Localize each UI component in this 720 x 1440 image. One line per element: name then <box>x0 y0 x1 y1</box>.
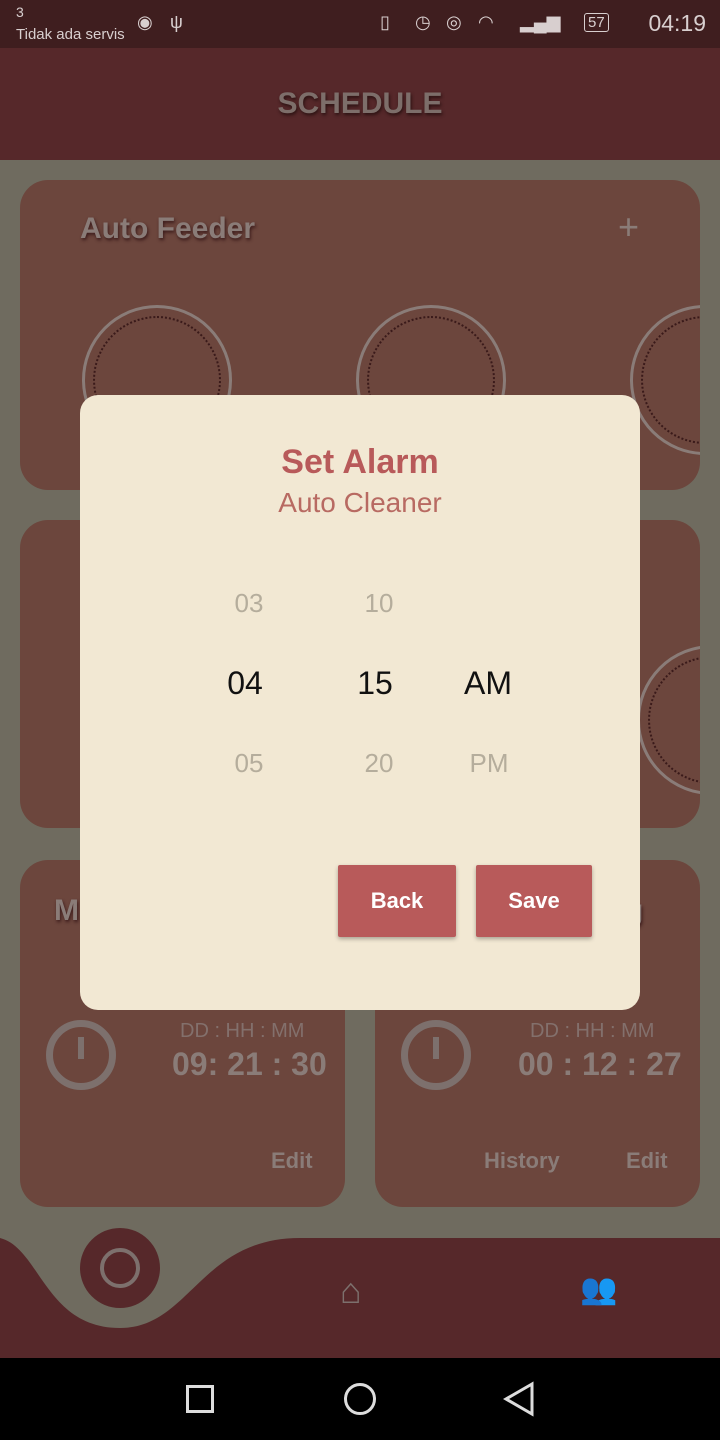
dialog-title: Set Alarm <box>281 443 439 481</box>
page-title: SCHEDULE <box>277 87 443 120</box>
eye-icon: ◎ <box>446 12 462 32</box>
timer-label: DD : HH : MM <box>180 1020 305 1042</box>
period-selected[interactable]: AM <box>448 665 528 702</box>
edit-button[interactable]: Edit <box>626 1148 668 1174</box>
alarm-icon <box>401 1020 471 1090</box>
dialog-subtitle: Auto Cleaner <box>278 487 442 518</box>
hour-next[interactable]: 05 <box>209 748 289 779</box>
usb-icon: ψ <box>170 12 183 32</box>
set-alarm-dialog: Set Alarm Auto Cleaner 03 04 05 10 15 20… <box>80 395 640 1010</box>
clock-time: 04:19 <box>648 10 706 36</box>
nav-users-icon[interactable]: 👥 <box>580 1272 617 1307</box>
add-icon[interactable]: + <box>618 206 639 248</box>
back-dialog-button[interactable]: Back <box>338 865 456 937</box>
card-title: M <box>54 894 79 927</box>
recents-button[interactable] <box>186 1385 214 1413</box>
minute-prev[interactable]: 10 <box>339 588 419 619</box>
wifi-icon: ◠ <box>478 12 494 32</box>
hour-selected[interactable]: 04 <box>205 665 285 702</box>
status-bar: 3 Tidak ada servis ◉ ψ ▯ ◷ ◎ ◠ ▂▄▆ 57 04… <box>0 0 720 48</box>
minute-next[interactable]: 20 <box>339 748 419 779</box>
notification-count: 3 <box>16 4 24 20</box>
back-button[interactable] <box>502 1381 536 1417</box>
clock-icon[interactable] <box>637 645 700 795</box>
alarm-status-icon: ◷ <box>415 12 431 32</box>
bottom-nav: ⌂ 👥 <box>0 1228 720 1358</box>
clock-icon[interactable] <box>630 305 700 455</box>
timer-label: DD : HH : MM <box>530 1020 655 1042</box>
nav-schedule-button[interactable] <box>80 1228 160 1308</box>
card-title: Auto Feeder <box>80 212 256 245</box>
nav-home-icon[interactable]: ⌂ <box>340 1270 362 1312</box>
save-button[interactable]: Save <box>476 865 592 937</box>
timer-value: 09: 21 : 30 <box>172 1046 327 1082</box>
spotify-icon: ◉ <box>137 12 153 32</box>
signal-icon: ▂▄▆ <box>520 12 561 32</box>
history-button[interactable]: History <box>484 1148 560 1174</box>
clock-nav-icon <box>100 1248 140 1288</box>
app-header: SCHEDULE <box>0 48 720 160</box>
battery-indicator: 57 <box>584 13 609 32</box>
alarm-icon <box>46 1020 116 1090</box>
minute-selected[interactable]: 15 <box>335 665 415 702</box>
vibrate-icon: ▯ <box>380 12 390 32</box>
hour-prev[interactable]: 03 <box>209 588 289 619</box>
home-button[interactable] <box>344 1383 376 1415</box>
timer-value: 00 : 12 : 27 <box>518 1046 682 1082</box>
period-next[interactable]: PM <box>449 748 529 779</box>
edit-button[interactable]: Edit <box>271 1148 313 1174</box>
carrier-text: Tidak ada servis <box>16 26 125 43</box>
system-nav-bar <box>0 1358 720 1440</box>
